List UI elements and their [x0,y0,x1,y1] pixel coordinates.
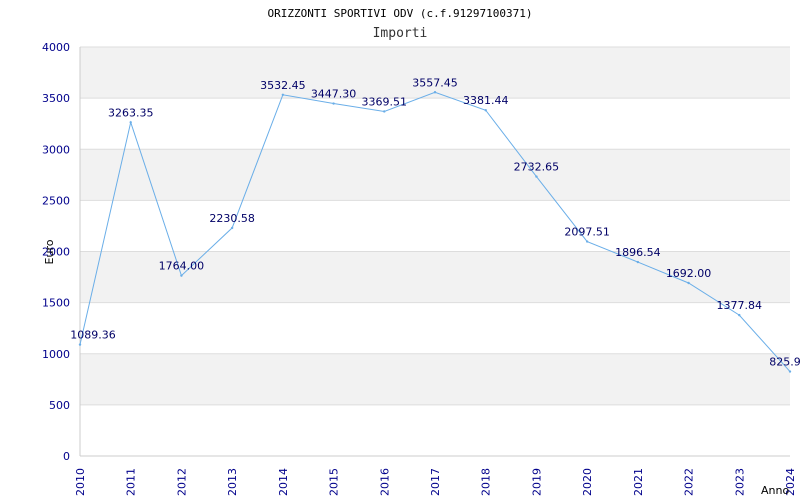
y-tick-label: 1500 [42,297,70,310]
data-label: 3369.51 [362,95,408,108]
data-point [180,274,183,277]
data-point [535,175,538,178]
data-label: 1089.36 [70,329,116,342]
grid-band [80,47,790,99]
y-tick-label: 2500 [42,194,70,207]
data-label: 3447.30 [311,88,357,101]
data-label: 2230.58 [209,212,255,225]
x-tick-label: 2022 [683,468,696,496]
data-label: 825.9 [769,356,800,369]
x-tick-label: 2023 [733,468,746,496]
data-label: 2732.65 [514,161,560,174]
x-axis-label: Anno [761,484,789,497]
y-tick-label: 3500 [42,92,70,105]
x-tick-label: 2015 [328,468,341,496]
x-tick-label: 2012 [175,468,188,496]
y-tick-label: 3000 [42,143,70,156]
data-point [636,260,640,264]
series-line [79,91,791,372]
y-tick-label: 500 [49,399,70,412]
data-point [585,240,589,243]
data-label: 3557.45 [412,76,458,89]
x-tick-label: 2014 [277,468,290,496]
data-point [687,281,690,285]
y-tick-label: 1000 [42,348,70,361]
x-tick-label: 2013 [226,468,239,496]
data-point [433,91,437,94]
y-axis-label: Euro [43,239,56,264]
y-tick-label: 4000 [42,41,70,54]
background-bands [80,47,790,405]
x-tick-label: 2021 [632,468,645,496]
x-tick-label: 2020 [581,468,594,496]
x-tick-label: 2011 [125,468,138,496]
data-points [78,91,792,373]
x-tick-labels: 2010 2011 2012 2013 2014 2015 2016 2017 2018 2019… [74,468,797,496]
data-point [78,343,82,346]
grid-lines [80,46,790,406]
data-labels: 1089.36 3263.35 1764.00 2230.58 3532.45 3447.… [70,76,800,368]
line-chart: ORIZZONTI SPORTIVI ODV (c.f.91297100371)… [42,7,800,497]
data-label: 1377.84 [717,299,763,312]
data-label: 3263.35 [108,106,154,119]
x-tick-label: 2016 [378,468,391,496]
chart-title: ORIZZONTI SPORTIVI ODV (c.f.91297100371) [268,7,533,20]
data-point [332,102,335,105]
data-label: 1896.54 [615,246,661,259]
y-tick-label: 0 [63,450,70,463]
grid-band [80,149,790,201]
grid-band [80,353,790,405]
data-point [281,93,285,97]
data-label: 3532.45 [260,79,306,92]
data-label: 1692.00 [666,267,712,280]
x-tick-label: 2017 [429,468,442,496]
x-tick-label: 2019 [530,468,543,496]
x-tick-label: 2018 [480,468,493,496]
data-label: 1764.00 [159,260,205,273]
chart-subtitle: Importi [373,26,428,41]
x-tick-label: 2010 [74,468,87,496]
data-point [788,370,792,373]
data-label: 2097.51 [564,226,610,239]
data-label: 3381.44 [463,94,509,107]
data-point [129,121,132,124]
data-point [230,226,234,230]
data-point [383,110,386,113]
data-point [484,109,487,112]
data-point [738,313,741,317]
